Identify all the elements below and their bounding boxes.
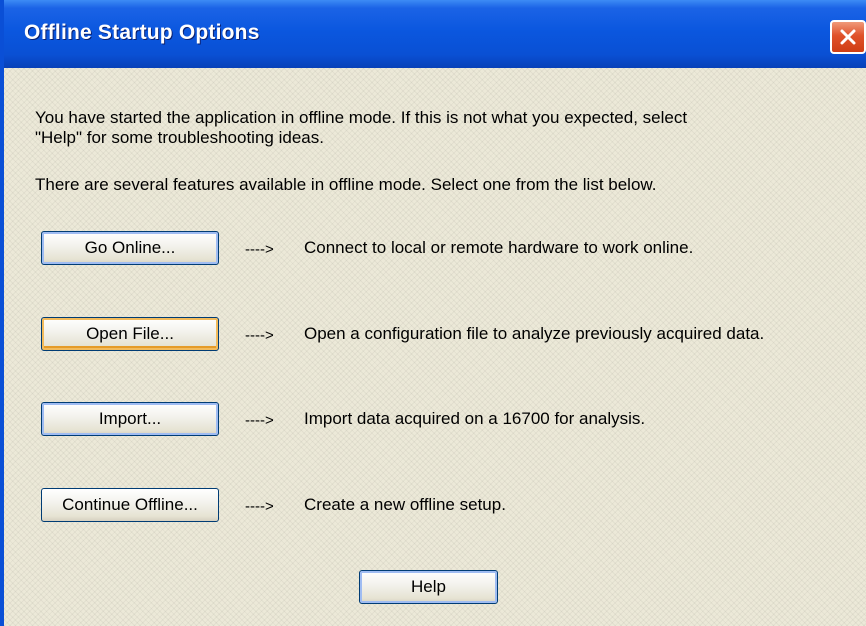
- continue-offline-button[interactable]: Continue Offline...: [41, 488, 219, 522]
- intro-text-line2: "Help" for some troubleshooting ideas.: [35, 128, 324, 147]
- close-button[interactable]: [830, 20, 866, 54]
- go-online-description: Connect to local or remote hardware to w…: [304, 238, 694, 257]
- arrow-label: ---->: [245, 498, 274, 515]
- intro-text-line3: There are several features available in …: [35, 175, 657, 194]
- arrow-label: ---->: [245, 241, 274, 258]
- continue-offline-description: Create a new offline setup.: [304, 495, 506, 514]
- window-title: Offline Startup Options: [24, 21, 260, 44]
- close-icon: [840, 29, 856, 45]
- arrow-label: ---->: [245, 412, 274, 429]
- open-file-description: Open a configuration file to analyze pre…: [304, 324, 765, 343]
- help-button[interactable]: Help: [359, 570, 498, 604]
- dialog-body: You have started the application in offl…: [4, 68, 866, 626]
- arrow-label: ---->: [245, 327, 274, 344]
- open-file-button[interactable]: Open File...: [41, 317, 219, 351]
- import-button[interactable]: Import...: [41, 402, 219, 436]
- title-bar[interactable]: Offline Startup Options: [4, 0, 866, 68]
- import-description: Import data acquired on a 16700 for anal…: [304, 409, 646, 428]
- intro-text-line1: You have started the application in offl…: [35, 108, 688, 127]
- go-online-button[interactable]: Go Online...: [41, 231, 219, 265]
- dialog-window: Offline Startup Options You have started…: [0, 0, 866, 626]
